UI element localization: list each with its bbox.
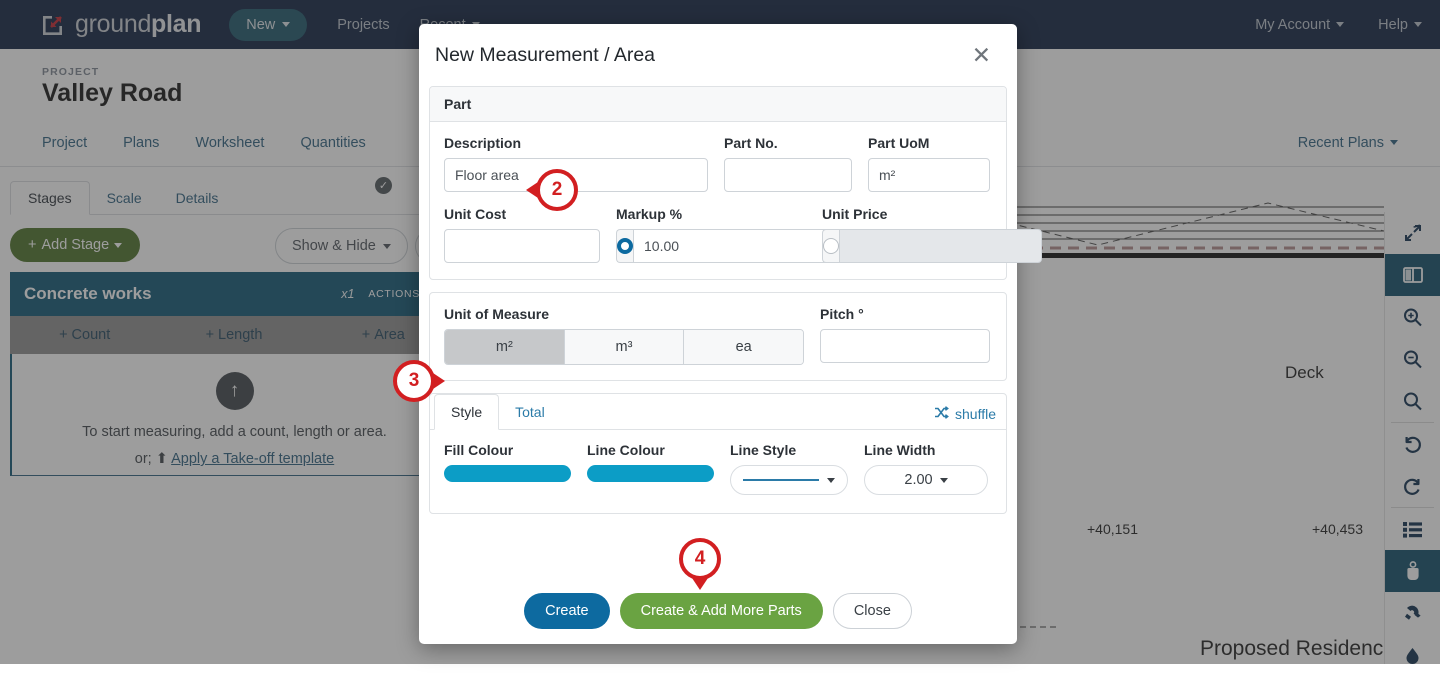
uom-option-ea[interactable]: ea bbox=[684, 330, 803, 364]
line-style-group: Line Style bbox=[730, 442, 848, 495]
annotation-badge-2: 2 bbox=[536, 169, 578, 211]
part-card: Part Description Part No. Part UoM bbox=[429, 86, 1007, 280]
markup-input[interactable] bbox=[633, 229, 836, 263]
unit-of-measure-segmented-control: m² m³ ea bbox=[444, 329, 804, 365]
part-no-field-group: Part No. bbox=[724, 135, 852, 192]
part-uom-field-group: Part UoM bbox=[868, 135, 990, 192]
unit-price-label: Unit Price bbox=[822, 206, 992, 222]
annotation-badge-4: 4 bbox=[679, 538, 721, 580]
fill-colour-label: Fill Colour bbox=[444, 442, 571, 458]
markup-label: Markup % bbox=[616, 206, 806, 222]
chevron-down-icon bbox=[827, 478, 835, 483]
close-button[interactable]: Close bbox=[833, 593, 912, 629]
fill-colour-swatch[interactable] bbox=[444, 465, 571, 482]
create-button[interactable]: Create bbox=[524, 593, 610, 629]
uom-field-group: Unit of Measure m² m³ ea bbox=[444, 306, 804, 365]
part-uom-input[interactable] bbox=[868, 158, 990, 192]
part-no-label: Part No. bbox=[724, 135, 852, 151]
line-width-label: Line Width bbox=[864, 442, 988, 458]
close-icon[interactable]: ✕ bbox=[972, 44, 991, 67]
annotation-badge-3: 3 bbox=[393, 360, 435, 402]
unit-price-radio-group bbox=[822, 229, 992, 263]
unit-of-measure-label: Unit of Measure bbox=[444, 306, 804, 322]
radio-selected-icon bbox=[617, 238, 633, 254]
radio-unselected-icon bbox=[823, 238, 839, 254]
shuffle-label: shuffle bbox=[955, 406, 996, 422]
tab-style[interactable]: Style bbox=[434, 394, 499, 430]
line-colour-swatch[interactable] bbox=[587, 465, 714, 482]
style-card-tabs: Style Total shuffle bbox=[430, 394, 1006, 430]
create-and-add-more-parts-button[interactable]: Create & Add More Parts bbox=[620, 593, 823, 629]
markup-radio-button[interactable] bbox=[616, 229, 633, 263]
annotation-number-3: 3 bbox=[393, 360, 435, 402]
annotation-number-4: 4 bbox=[679, 538, 721, 580]
line-width-group: Line Width 2.00 bbox=[864, 442, 988, 495]
part-card-header: Part bbox=[430, 87, 1006, 122]
uom-option-m2[interactable]: m² bbox=[445, 330, 565, 364]
fill-colour-group: Fill Colour bbox=[444, 442, 571, 495]
line-style-dropdown[interactable] bbox=[730, 465, 848, 495]
dialog-title: New Measurement / Area bbox=[435, 44, 655, 67]
part-uom-label: Part UoM bbox=[868, 135, 990, 151]
unit-price-input[interactable] bbox=[839, 229, 1042, 263]
uom-option-m3[interactable]: m³ bbox=[565, 330, 685, 364]
pitch-input[interactable] bbox=[820, 329, 990, 363]
uom-card-body: Unit of Measure m² m³ ea Pitch ° bbox=[430, 293, 1006, 380]
style-row: Fill Colour Line Colour Line Style bbox=[444, 442, 992, 495]
shuffle-button[interactable]: shuffle bbox=[934, 406, 996, 422]
part-no-input[interactable] bbox=[724, 158, 852, 192]
uom-row: Unit of Measure m² m³ ea Pitch ° bbox=[444, 306, 992, 365]
markup-radio-group bbox=[616, 229, 806, 263]
style-card-body: Fill Colour Line Colour Line Style bbox=[430, 430, 1006, 513]
style-card: Style Total shuffle Fill Colour bbox=[429, 393, 1007, 514]
unit-price-radio-button[interactable] bbox=[822, 229, 839, 263]
tab-total[interactable]: Total bbox=[499, 395, 561, 429]
pitch-label: Pitch ° bbox=[820, 306, 990, 322]
unit-cost-input[interactable] bbox=[444, 229, 600, 263]
unit-price-field-group: Unit Price bbox=[822, 206, 992, 263]
line-width-value: 2.00 bbox=[904, 472, 932, 488]
dialog-footer: Create Create & Add More Parts Close bbox=[419, 578, 1017, 644]
line-colour-group: Line Colour bbox=[587, 442, 714, 495]
part-card-body: Description Part No. Part UoM Unit Cost bbox=[430, 122, 1006, 279]
markup-field-group: Markup % bbox=[616, 206, 806, 263]
chevron-down-icon bbox=[940, 478, 948, 483]
pitch-field-group: Pitch ° bbox=[820, 306, 990, 365]
line-colour-label: Line Colour bbox=[587, 442, 714, 458]
annotation-number-2: 2 bbox=[536, 169, 578, 211]
dialog-header: New Measurement / Area ✕ bbox=[419, 24, 1017, 86]
line-style-label: Line Style bbox=[730, 442, 848, 458]
line-preview-icon bbox=[743, 479, 819, 481]
line-width-dropdown[interactable]: 2.00 bbox=[864, 465, 988, 495]
unit-cost-field-group: Unit Cost bbox=[444, 206, 600, 263]
part-row-2: Unit Cost Markup % Unit Price bbox=[444, 206, 992, 263]
shuffle-icon bbox=[934, 406, 949, 422]
dialog-body: Part Description Part No. Part UoM bbox=[419, 86, 1017, 514]
unit-of-measure-card: Unit of Measure m² m³ ea Pitch ° bbox=[429, 292, 1007, 381]
description-label: Description bbox=[444, 135, 708, 151]
